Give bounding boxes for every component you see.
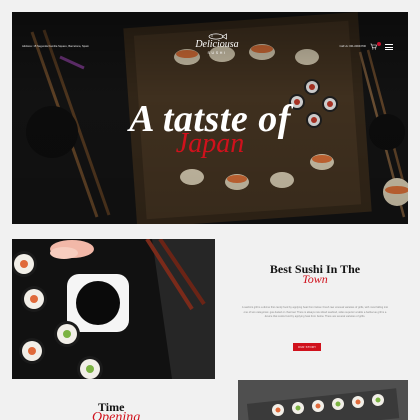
sushi-soy-sauce-image	[12, 239, 215, 379]
cart-badge	[377, 42, 381, 46]
sushi-platter-illustration	[238, 380, 408, 420]
top-navigation-bar: Address: 15 Segunda Familia Square, Barc…	[12, 12, 408, 58]
sushi-platter-image	[238, 380, 408, 420]
story-script-title: Town	[302, 272, 328, 286]
story-paragraph: A sashimi grill is a divine first candy …	[241, 306, 389, 319]
story-section: Best Sushi In The Town A sashimi grill i…	[222, 239, 408, 379]
cart-icon[interactable]	[370, 43, 377, 50]
opening-time-section: Time Opening	[12, 380, 215, 420]
site-logo[interactable]: Deliciousa SUSHI	[192, 33, 242, 55]
address-text: Address: 15 Segunda Familia Square, Barc…	[22, 45, 89, 48]
our-story-button[interactable]: OUR STORY	[293, 343, 321, 351]
hero-script-title: Japan	[175, 128, 245, 159]
sushi-plate-illustration	[12, 239, 215, 379]
hero-section: Address: 15 Segunda Familia Square, Barc…	[12, 12, 408, 224]
logo-subtitle: SUSHI	[207, 51, 227, 55]
logo-name: Deliciousa	[195, 39, 239, 50]
page: Address: 15 Segunda Familia Square, Barc…	[0, 0, 420, 420]
time-script-title: Opening	[92, 410, 141, 420]
phone-text: Call Us: 001-00043700	[339, 45, 366, 48]
hamburger-menu-icon[interactable]	[385, 44, 393, 50]
